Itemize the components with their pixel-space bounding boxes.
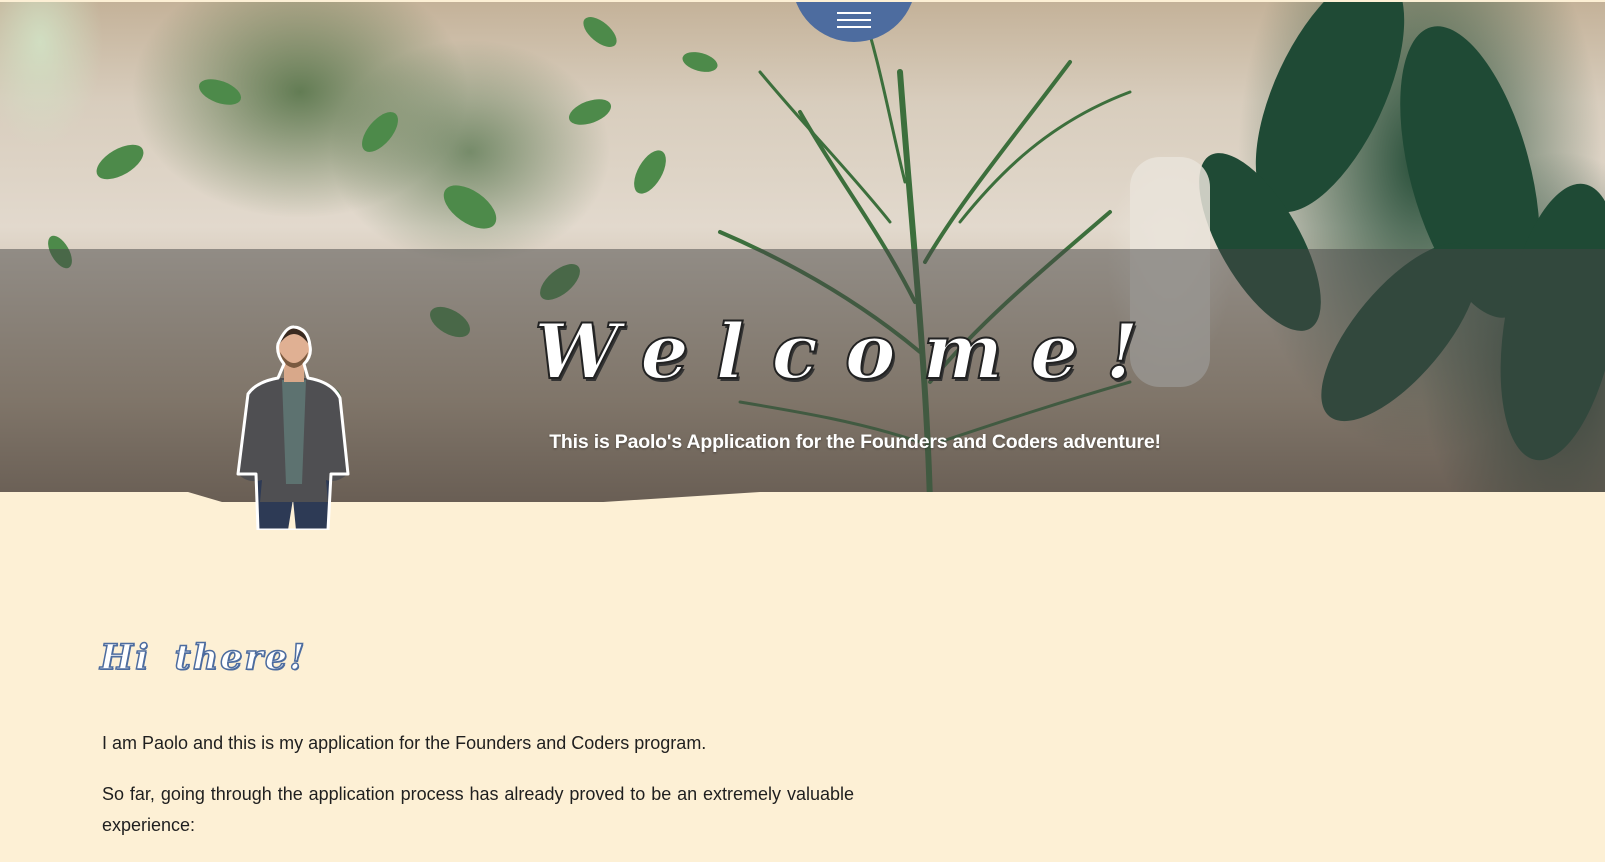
intro-paragraph-1: I am Paolo and this is my application fo… [102,733,707,753]
profile-photo [236,325,350,530]
page-subtitle: This is Paolo's Application for the Foun… [549,431,1161,453]
intro-paragraph-2: So far, going through the application pr… [102,784,854,835]
intro-heading: Hi there! [99,636,307,679]
page-title: Welcome! [533,306,1166,397]
